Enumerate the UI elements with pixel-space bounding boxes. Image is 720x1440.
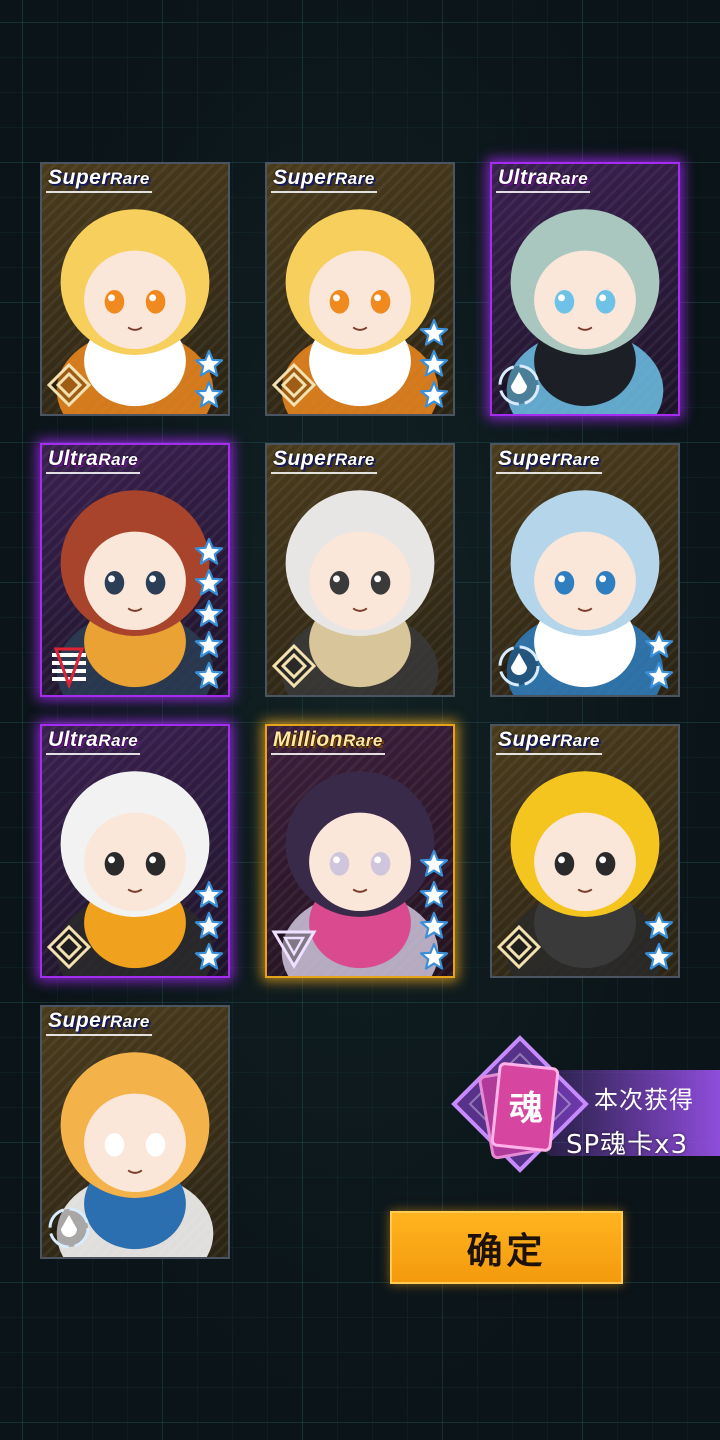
character-card[interactable]: UltraRare	[40, 724, 230, 978]
star-rating	[194, 537, 224, 691]
rarity-main: Super	[48, 1009, 111, 1032]
star-icon	[644, 661, 674, 689]
diamond-element-icon	[271, 362, 317, 408]
rarity-main: Super	[498, 447, 561, 470]
star-icon	[644, 911, 674, 939]
soul-glyph: 魂	[509, 1089, 543, 1129]
star-icon	[194, 349, 224, 377]
star-rating	[419, 849, 449, 972]
star-icon	[644, 630, 674, 658]
star-icon	[419, 318, 449, 346]
rarity-sub: Rare	[335, 450, 375, 469]
triangle-element-icon	[271, 930, 317, 969]
rarity-sub: Rare	[560, 731, 600, 750]
character-card[interactable]: UltraRare	[40, 443, 230, 697]
star-rating	[644, 911, 674, 972]
drop-element-icon	[48, 1207, 90, 1249]
diamond-element-icon	[46, 924, 92, 970]
rarity-label: UltraRare	[46, 447, 141, 474]
reward-title: 本次获得	[594, 1086, 694, 1114]
rarity-label: UltraRare	[46, 728, 141, 755]
star-rating	[644, 630, 674, 691]
rarity-main: Ultra	[48, 447, 99, 470]
rarity-label: MillionRare	[271, 728, 385, 755]
reward-count: SP魂卡x3	[566, 1130, 689, 1160]
diamond-element-icon	[271, 643, 317, 689]
character-card[interactable]: SuperRare	[265, 162, 455, 416]
character-card[interactable]: MillionRare	[265, 724, 455, 978]
rarity-main: Ultra	[48, 728, 99, 751]
star-icon	[419, 849, 449, 877]
rarity-label: SuperRare	[496, 728, 602, 755]
diamond-element-icon	[46, 362, 92, 408]
rarity-sub: Rare	[110, 169, 150, 188]
star-icon	[419, 349, 449, 377]
star-icon	[419, 911, 449, 939]
star-icon	[194, 911, 224, 939]
star-icon	[194, 380, 224, 408]
star-rating	[419, 318, 449, 410]
star-rating	[194, 349, 224, 410]
stripes-element-icon	[52, 647, 86, 689]
character-card[interactable]: SuperRare	[40, 1005, 230, 1259]
rarity-sub: Rare	[560, 450, 600, 469]
star-icon	[194, 661, 224, 689]
star-icon	[194, 630, 224, 658]
rarity-sub: Rare	[98, 731, 139, 750]
rarity-sub: Rare	[548, 169, 589, 188]
star-icon	[419, 880, 449, 908]
star-icon	[419, 942, 449, 970]
rarity-main: Million	[273, 728, 343, 751]
rarity-label: SuperRare	[496, 447, 602, 474]
confirm-button[interactable]: 确定	[390, 1211, 623, 1284]
star-icon	[194, 880, 224, 908]
reward-panel: 魂 本次获得 SP魂卡x3	[450, 1032, 720, 1180]
rarity-main: Ultra	[498, 166, 549, 189]
drop-element-icon	[498, 645, 540, 687]
rarity-sub: Rare	[110, 1012, 150, 1031]
rarity-main: Super	[273, 447, 336, 470]
rarity-sub: Rare	[98, 450, 139, 469]
rarity-label: SuperRare	[46, 1009, 152, 1036]
rarity-label: SuperRare	[46, 166, 152, 193]
character-card[interactable]: SuperRare	[265, 443, 455, 697]
star-icon	[419, 380, 449, 408]
rarity-label: SuperRare	[271, 166, 377, 193]
drop-element-icon	[498, 364, 540, 406]
rarity-sub: Rare	[335, 169, 375, 188]
rarity-main: Super	[498, 728, 561, 751]
character-card[interactable]: SuperRare	[490, 724, 680, 978]
rarity-main: Super	[48, 166, 111, 189]
character-card[interactable]: SuperRare	[40, 162, 230, 416]
star-icon	[194, 599, 224, 627]
rarity-main: Super	[273, 166, 336, 189]
rarity-label: SuperRare	[271, 447, 377, 474]
character-card[interactable]: UltraRare	[490, 162, 680, 416]
diamond-element-icon	[496, 924, 542, 970]
star-icon	[194, 537, 224, 565]
rarity-label: UltraRare	[496, 166, 591, 193]
star-icon	[644, 942, 674, 970]
rarity-sub: Rare	[343, 731, 383, 750]
character-card[interactable]: SuperRare	[490, 443, 680, 697]
star-rating	[194, 880, 224, 972]
star-icon	[194, 942, 224, 970]
star-icon	[194, 568, 224, 596]
